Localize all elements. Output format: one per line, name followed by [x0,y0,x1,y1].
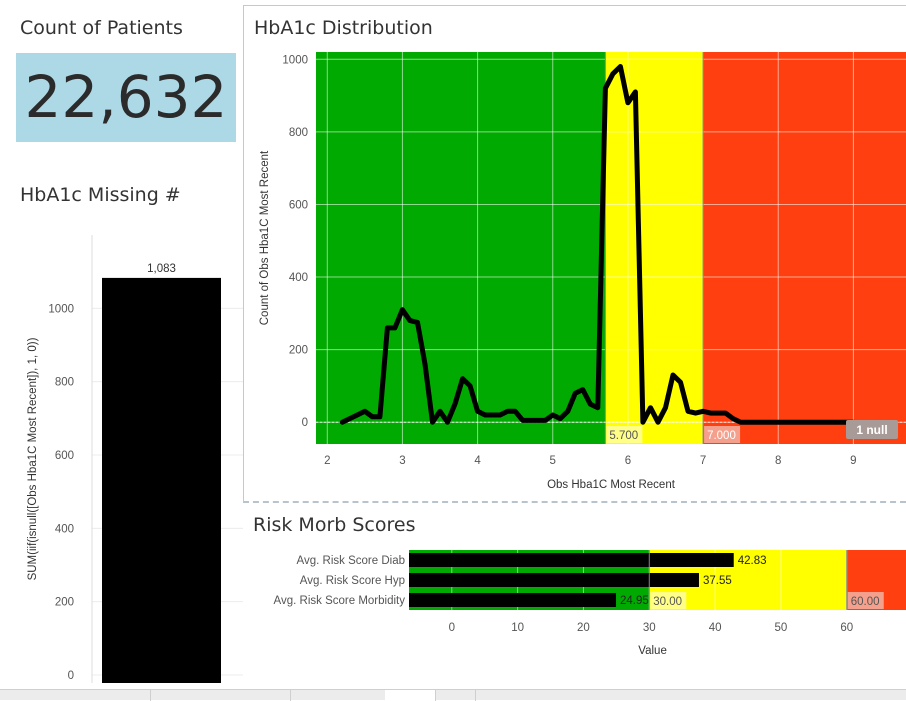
kpi-value: 22,632 [16,53,236,142]
distribution-title: HbA1c Distribution [254,17,433,39]
sheet-tab[interactable] [150,690,291,701]
x-tick-label: 4 [474,455,481,467]
category-label: Avg. Risk Score Morbidity [274,595,406,607]
x-tick-label: 3 [399,455,405,467]
y-tick-label: 600 [55,450,74,462]
x-tick-label: 2 [324,455,330,467]
x-axis-title: Value [638,645,667,657]
category-label: Avg. Risk Score Hyp [300,575,405,587]
y-tick-label: 200 [289,345,308,357]
risk-title: Risk Morb Scores [253,514,416,536]
reference-label: 30.00 [653,596,682,608]
x-tick-label: 7 [700,455,706,467]
y-tick-label: 0 [68,670,74,682]
sheet-tab[interactable] [435,690,476,701]
y-tick-label: 0 [302,417,308,429]
bar [409,593,617,607]
bar-value-label: 1,083 [147,263,176,275]
bar [409,573,699,587]
y-axis-title: Count of Obs Hba1C Most Recent [259,150,271,325]
y-tick-label: 400 [289,272,308,284]
reference-label: 60.00 [851,596,880,608]
bar [102,277,221,683]
x-tick-label: 10 [511,622,524,634]
x-tick-label: 0 [449,622,455,634]
x-tick-label: 40 [709,622,722,634]
y-tick-label: 800 [55,377,74,389]
y-tick-label: 1000 [282,54,308,66]
missing-chart: 0 200 400 600 800 1000 SUM(iif(isnull([Obs Hba… [27,235,243,683]
reference-label: 7.000 [707,430,736,442]
x-tick-label: 50 [775,622,788,634]
y-tick-label: 400 [55,523,74,535]
y-tick-label: 200 [55,597,74,609]
sheet-tab[interactable] [290,690,386,701]
x-axis-title: Obs Hba1C Most Recent [547,479,676,491]
y-tick-label: 1000 [48,303,74,315]
sheet-tab-active[interactable] [385,690,436,701]
null-indicator: 1 null [856,423,887,437]
reference-label: 5.700 [609,430,638,442]
x-tick-label: 8 [775,455,781,467]
bar-value-label: 37.55 [703,575,732,587]
x-tick-label: 6 [625,455,631,467]
sheet-tab[interactable] [0,690,151,701]
x-tick-label: 20 [577,622,590,634]
color-band [605,52,704,444]
y-tick-label: 600 [289,199,308,211]
x-tick-label: 5 [550,455,556,467]
color-band [703,52,906,444]
y-tick-label: 800 [289,127,308,139]
category-label: Avg. Risk Score Diab [297,555,405,567]
x-tick-label: 60 [840,622,853,634]
x-tick-label: 9 [850,455,856,467]
bar [409,553,734,567]
missing-title: HbA1c Missing # [20,184,181,206]
y-axis-title: SUM(iif(isnull([Obs Hba1C Most Recent]),… [27,337,39,580]
x-tick-label: 30 [643,622,656,634]
sheet-tab-strip [0,689,906,701]
bar-value-label: 42.83 [738,555,767,567]
kpi-title: Count of Patients [20,17,183,39]
bar-value-label: 24.95 [620,595,649,607]
distribution-chart: 0 200 400 600 800 1000 2 3 4 5 6 7 8 9 5.700 7.000 1 nul… [259,52,906,491]
risk-chart: 0 10 20 30 40 50 60 Avg. Risk Score Diab 42.83 Av… [274,550,906,657]
